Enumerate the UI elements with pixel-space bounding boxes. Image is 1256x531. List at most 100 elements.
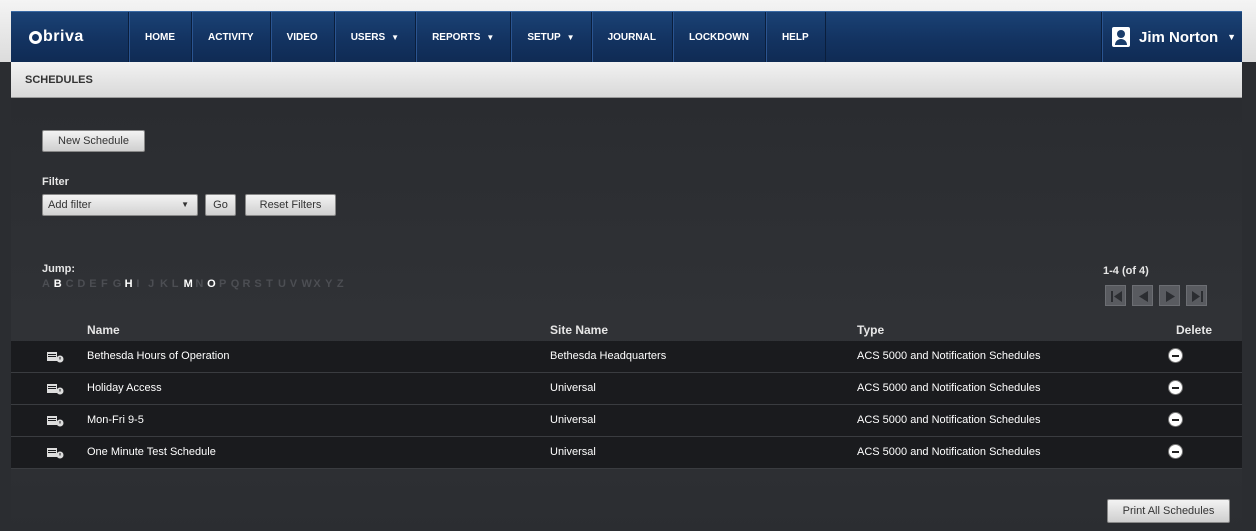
jump-letter-n: N <box>195 278 204 290</box>
nav-help[interactable]: HELP <box>766 12 826 62</box>
filter-select-value: Add filter <box>48 199 92 211</box>
next-page-icon <box>1166 291 1175 302</box>
last-page-icon <box>1192 291 1203 302</box>
schedule-name-link[interactable]: One Minute Test Schedule <box>87 446 216 458</box>
jump-letter-l: L <box>171 278 179 290</box>
jump-letter-k: K <box>159 278 168 290</box>
delete-icon[interactable] <box>1169 381 1182 394</box>
nav-lockdown[interactable]: LOCKDOWN <box>673 12 766 62</box>
schedules-table: Bethesda Hours of Operation Bethesda Hea… <box>11 341 1242 469</box>
reset-filters-button[interactable]: Reset Filters <box>245 194 336 216</box>
nav-setup-label: SETUP <box>527 31 561 43</box>
nav-journal[interactable]: JOURNAL <box>592 12 673 62</box>
delete-icon[interactable] <box>1169 445 1182 458</box>
next-page-button[interactable] <box>1159 285 1180 306</box>
schedule-icon <box>47 352 64 363</box>
caret-down-icon: ▼ <box>1227 32 1237 42</box>
print-all-schedules-button[interactable]: Print All Schedules <box>1107 499 1230 523</box>
nav-setup[interactable]: SETUP ▼ <box>511 12 592 62</box>
first-page-icon <box>1111 291 1122 302</box>
jump-letter-e: E <box>89 278 97 290</box>
site-name: Universal <box>550 446 596 458</box>
jump-letter-d: D <box>77 278 86 290</box>
logo-text: briva <box>43 28 84 45</box>
brivo-logo[interactable]: briva <box>11 12 129 62</box>
nav-activity[interactable]: ACTIVITY <box>192 12 271 62</box>
caret-down-icon: ▼ <box>566 32 575 42</box>
jump-letter-h[interactable]: H <box>125 278 137 290</box>
nav-lockdown-label: LOCKDOWN <box>688 31 749 43</box>
pager <box>1105 285 1207 306</box>
jump-letter-m[interactable]: M <box>184 278 196 290</box>
jump-letter-z: Z <box>336 278 344 290</box>
nav-users[interactable]: USERS ▼ <box>335 12 417 62</box>
nav-journal-label: JOURNAL <box>607 31 656 43</box>
go-button[interactable]: Go <box>205 194 236 216</box>
top-header: briva HOME ACTIVITY VIDEO USERS ▼ REPORTS… <box>0 0 1256 62</box>
new-schedule-button[interactable]: New Schedule <box>42 130 145 152</box>
schedule-name-link[interactable]: Mon-Fri 9-5 <box>87 414 144 426</box>
prev-page-icon <box>1139 291 1148 302</box>
user-name: Jim Norton <box>1139 28 1219 46</box>
main-content: New Schedule Filter Add filter ▼ Go Rese… <box>11 98 1242 531</box>
col-header-type[interactable]: Type <box>857 323 884 337</box>
col-header-delete: Delete <box>1176 323 1213 337</box>
jump-letters: ABCDEFGHIJKLMNOPQRSTUVWXYZ <box>42 278 349 290</box>
jump-letter-a: A <box>42 278 50 290</box>
user-avatar-icon <box>1112 27 1130 47</box>
schedule-icon <box>47 416 64 427</box>
page-title: SCHEDULES <box>25 73 93 86</box>
jump-letter-s: S <box>254 278 262 290</box>
filter-select[interactable]: Add filter ▼ <box>42 194 198 216</box>
pager-count: 1-4 (of 4) <box>1103 265 1149 277</box>
table-row[interactable]: Holiday Access Universal ACS 5000 and No… <box>11 373 1242 405</box>
logo-mark-icon <box>29 30 42 44</box>
jump-letter-c: C <box>65 278 74 290</box>
col-header-site[interactable]: Site Name <box>550 323 608 337</box>
site-name: Universal <box>550 382 596 394</box>
jump-letter-p: P <box>218 278 227 290</box>
table-row[interactable]: Mon-Fri 9-5 Universal ACS 5000 and Notif… <box>11 405 1242 437</box>
nav-help-label: HELP <box>781 31 809 43</box>
prev-page-button[interactable] <box>1132 285 1153 306</box>
nav-home-label: HOME <box>145 31 175 43</box>
jump-letter-g: G <box>112 278 122 290</box>
last-page-button[interactable] <box>1186 285 1207 306</box>
user-menu[interactable]: Jim Norton ▼ <box>1101 12 1242 62</box>
main-navbar: briva HOME ACTIVITY VIDEO USERS ▼ REPORTS… <box>11 11 1242 62</box>
jump-letter-q: Q <box>230 278 240 290</box>
table-header: Name Site Name Type Delete <box>11 323 1242 341</box>
nav-video-label: VIDEO <box>286 31 318 43</box>
jump-letter-b[interactable]: B <box>54 278 66 290</box>
first-page-button[interactable] <box>1105 285 1126 306</box>
jump-label: Jump: <box>42 263 75 275</box>
nav-video[interactable]: VIDEO <box>271 12 335 62</box>
schedule-type: ACS 5000 and Notification Schedules <box>857 414 1041 426</box>
jump-letter-x: X <box>313 278 321 290</box>
table-row[interactable]: One Minute Test Schedule Universal ACS 5… <box>11 437 1242 469</box>
page-title-bar: SCHEDULES <box>11 62 1242 98</box>
nav-reports[interactable]: REPORTS ▼ <box>416 12 512 62</box>
site-name: Bethesda Headquarters <box>550 350 667 362</box>
schedule-name-link[interactable]: Holiday Access <box>87 382 162 394</box>
jump-letter-j: J <box>148 278 155 290</box>
jump-letter-i: I <box>136 278 140 290</box>
table-row[interactable]: Bethesda Hours of Operation Bethesda Hea… <box>11 341 1242 373</box>
jump-letter-r: R <box>242 278 251 290</box>
jump-letter-y: Y <box>325 278 333 290</box>
site-name: Universal <box>550 414 596 426</box>
jump-letter-w: W <box>301 278 312 290</box>
col-header-name[interactable]: Name <box>87 323 120 337</box>
nav-users-label: USERS <box>350 31 386 43</box>
delete-icon[interactable] <box>1169 413 1182 426</box>
delete-icon[interactable] <box>1169 349 1182 362</box>
schedule-icon <box>47 448 64 459</box>
nav-home[interactable]: HOME <box>129 12 192 62</box>
jump-letter-u: U <box>277 278 286 290</box>
jump-letter-o[interactable]: O <box>207 278 219 290</box>
schedule-type: ACS 5000 and Notification Schedules <box>857 382 1041 394</box>
filter-label: Filter <box>42 176 69 188</box>
jump-letter-t: T <box>266 278 273 290</box>
schedule-name-link[interactable]: Bethesda Hours of Operation <box>87 350 229 362</box>
